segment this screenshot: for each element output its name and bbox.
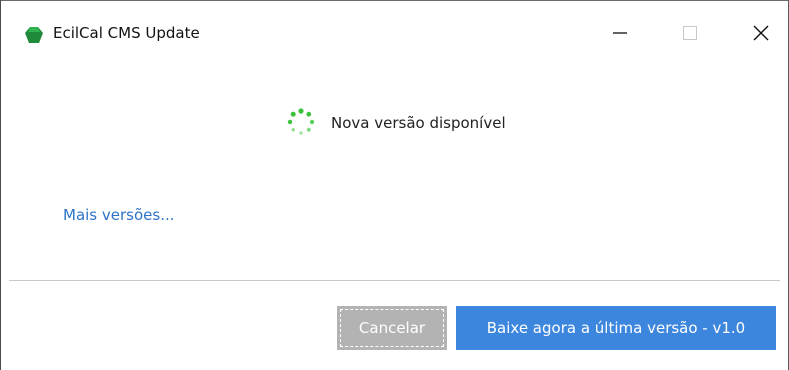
close-button[interactable] bbox=[738, 15, 784, 51]
green-gem-icon bbox=[25, 27, 43, 43]
more-versions-link[interactable]: Mais versões... bbox=[63, 206, 175, 224]
footer-divider bbox=[9, 280, 780, 281]
minimize-icon bbox=[613, 26, 627, 40]
maximize-icon bbox=[683, 26, 697, 40]
status-message: Nova versão disponível bbox=[331, 114, 506, 132]
title-bar[interactable]: EcilCal CMS Update bbox=[1, 1, 788, 57]
minimize-button[interactable] bbox=[597, 15, 643, 51]
download-button-label: Baixe agora a última versão - v1.0 bbox=[486, 319, 746, 337]
maximize-button[interactable] bbox=[667, 15, 713, 51]
close-icon bbox=[753, 25, 769, 41]
window-title: EcilCal CMS Update bbox=[53, 24, 200, 42]
cancel-button[interactable]: Cancelar bbox=[337, 306, 447, 350]
cancel-button-label: Cancelar bbox=[358, 319, 426, 337]
download-latest-button[interactable]: Baixe agora a última versão - v1.0 bbox=[456, 306, 776, 350]
loading-spinner-icon bbox=[286, 107, 316, 137]
